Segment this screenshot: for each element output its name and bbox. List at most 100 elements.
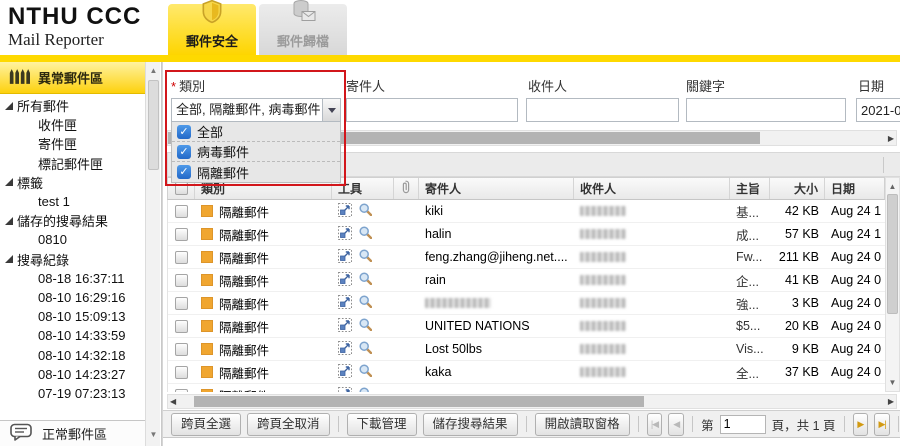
row-checkbox[interactable] — [175, 366, 188, 379]
table-vertical-scrollbar[interactable]: ▲ ▼ — [885, 177, 900, 392]
magnifier-icon[interactable] — [359, 387, 372, 392]
sidebar-tree-item[interactable]: 08-18 16:37:11 — [0, 269, 146, 288]
sidebar-tree-item[interactable]: 所有郵件 — [0, 96, 146, 115]
sidebar-tree-item[interactable]: 標記郵件匣 — [0, 154, 146, 173]
open-in-window-icon[interactable] — [338, 272, 352, 289]
open-in-window-icon[interactable] — [338, 318, 352, 335]
tree-expand-icon[interactable] — [5, 178, 13, 186]
magnifier-icon[interactable] — [359, 226, 372, 242]
combobox-trigger[interactable] — [322, 99, 340, 121]
sidebar-tree-item[interactable]: 08-10 14:33:59 — [0, 326, 146, 345]
tree-expand-icon[interactable] — [5, 102, 13, 110]
sidebar-tree-item[interactable]: 儲存的搜尋結果 — [0, 211, 146, 230]
table-row[interactable]: 隔離郵件 Lost 50lbs Vis... 9 KB Aug 24 0 — [168, 338, 885, 361]
column-header-tools[interactable]: 工具 — [332, 178, 394, 199]
next-page-button[interactable]: ▶ — [853, 413, 869, 436]
scrollbar-thumb[interactable] — [194, 396, 644, 407]
tab-mail-archive[interactable]: 郵件歸檔 — [259, 4, 347, 55]
sidebar-tree-item[interactable]: 08-10 15:09:13 — [0, 307, 146, 326]
scroll-left-icon[interactable]: ◀ — [170, 396, 176, 408]
open-in-window-icon[interactable] — [338, 341, 352, 358]
sidebar-tree-item[interactable]: 07-19 07:23:13 — [0, 384, 146, 403]
column-header-subject[interactable]: 主旨 — [730, 178, 770, 199]
row-checkbox[interactable] — [175, 320, 188, 333]
category-option[interactable]: ✓ 全部 — [172, 122, 340, 142]
sidebar-tree-item[interactable]: 收件匣 — [0, 115, 146, 134]
open-in-window-icon[interactable] — [338, 364, 352, 381]
table-row[interactable]: 隔離郵件 UNITED NATIONS $5... 20 KB Aug 24 0 — [168, 315, 885, 338]
checked-checkbox-icon[interactable]: ✓ — [177, 125, 191, 139]
sidebar-tree-item[interactable]: 寄件匣 — [0, 134, 146, 153]
scroll-up-icon[interactable]: ▲ — [886, 180, 899, 193]
row-checkbox[interactable] — [175, 205, 188, 218]
toolbar-button[interactable]: 跨頁全取消 — [247, 413, 330, 436]
sidebar-tree-item[interactable]: 08-10 16:29:16 — [0, 288, 146, 307]
sidebar-footer-normal-mail[interactable]: 正常郵件區 — [0, 420, 146, 446]
prev-page-button[interactable]: ◀ — [668, 413, 684, 436]
magnifier-icon[interactable] — [359, 318, 372, 334]
tree-expand-icon[interactable] — [5, 255, 13, 263]
table-row[interactable]: 隔離郵件 rain 企... 41 KB Aug 24 0 — [168, 269, 885, 292]
sidebar-tree-item[interactable]: test 1 — [0, 192, 146, 211]
sidebar-tree-item[interactable]: 08-10 14:32:18 — [0, 345, 146, 364]
toolbar-button[interactable]: 下載管理 — [347, 413, 417, 436]
column-header-sender[interactable]: 寄件人 — [419, 178, 574, 199]
sidebar-tree-item[interactable]: 08-10 14:23:27 — [0, 365, 146, 384]
tab-mail-security[interactable]: 郵件安全 — [168, 4, 256, 55]
column-header-attachment[interactable] — [394, 178, 419, 199]
magnifier-icon[interactable] — [359, 341, 372, 357]
toolbar-button[interactable]: 跨頁全選 — [171, 413, 241, 436]
open-in-window-icon[interactable] — [338, 387, 352, 393]
date-input[interactable] — [856, 98, 900, 122]
magnifier-icon[interactable] — [359, 364, 372, 380]
checked-checkbox-icon[interactable]: ✓ — [177, 145, 191, 159]
row-checkbox[interactable] — [175, 343, 188, 356]
sidebar-tree-item[interactable]: 0810 — [0, 230, 146, 249]
open-in-window-icon[interactable] — [338, 226, 352, 243]
table-row[interactable]: 隔離郵件 — [168, 384, 885, 392]
toolbar-button[interactable]: 開啟讀取窗格 — [535, 413, 630, 436]
sidebar-header-abnormal-mail[interactable]: 異常郵件區 — [0, 62, 146, 94]
scroll-down-icon[interactable]: ▼ — [146, 428, 161, 442]
magnifier-icon[interactable] — [359, 295, 372, 311]
magnifier-icon[interactable] — [359, 249, 372, 265]
column-header-date[interactable]: 日期 — [825, 178, 886, 199]
checked-checkbox-icon[interactable]: ✓ — [177, 165, 191, 179]
column-header-recipient[interactable]: 收件人 — [574, 178, 730, 199]
row-checkbox[interactable] — [175, 228, 188, 241]
scroll-down-icon[interactable]: ▼ — [886, 376, 899, 389]
row-checkbox[interactable] — [175, 297, 188, 310]
row-checkbox[interactable] — [175, 274, 188, 287]
table-row[interactable]: 隔離郵件 kiki 基... 42 KB Aug 24 1 — [168, 200, 885, 223]
first-page-button[interactable]: |◀ — [647, 413, 663, 436]
open-in-window-icon[interactable] — [338, 295, 352, 312]
sidebar-scrollbar[interactable]: ▲ ▼ — [145, 62, 160, 446]
column-header-size[interactable]: 大小 — [770, 178, 825, 199]
tree-expand-icon[interactable] — [5, 217, 13, 225]
category-option[interactable]: ✓ 病毒郵件 — [172, 142, 340, 162]
table-horizontal-scrollbar[interactable]: ◀ ▶ — [167, 394, 897, 409]
table-row[interactable]: 隔離郵件 kaka 全... 37 KB Aug 24 0 — [168, 361, 885, 384]
scroll-right-icon[interactable]: ▶ — [888, 132, 894, 145]
sender-input[interactable] — [346, 98, 518, 122]
row-checkbox[interactable] — [175, 251, 188, 264]
table-row[interactable]: 隔離郵件 feng.zhang@jiheng.net.... Fw... 211… — [168, 246, 885, 269]
category-option[interactable]: ✓ 隔離郵件 — [172, 162, 340, 182]
scroll-up-icon[interactable]: ▲ — [146, 64, 161, 78]
table-row[interactable]: 隔離郵件 halin 成... 57 KB Aug 24 1 — [168, 223, 885, 246]
sidebar-tree-item[interactable]: 標籤 — [0, 173, 146, 192]
table-row[interactable]: 隔離郵件 強... 3 KB Aug 24 0 — [168, 292, 885, 315]
category-combobox[interactable]: 全部, 隔離郵件, 病毒郵件 — [171, 98, 341, 122]
open-in-window-icon[interactable] — [338, 249, 352, 266]
row-checkbox[interactable] — [175, 389, 188, 393]
sidebar-tree-item[interactable]: 搜尋紀錄 — [0, 250, 146, 269]
scrollbar-thumb[interactable] — [887, 194, 898, 314]
scrollbar-thumb[interactable] — [148, 80, 159, 170]
scroll-right-icon[interactable]: ▶ — [888, 396, 894, 408]
toolbar-button[interactable]: 儲存搜尋結果 — [423, 413, 518, 436]
page-number-input[interactable] — [720, 415, 766, 434]
last-page-button[interactable]: ▶| — [874, 413, 890, 436]
magnifier-icon[interactable] — [359, 272, 372, 288]
recipient-input[interactable] — [526, 98, 679, 122]
magnifier-icon[interactable] — [359, 203, 372, 219]
